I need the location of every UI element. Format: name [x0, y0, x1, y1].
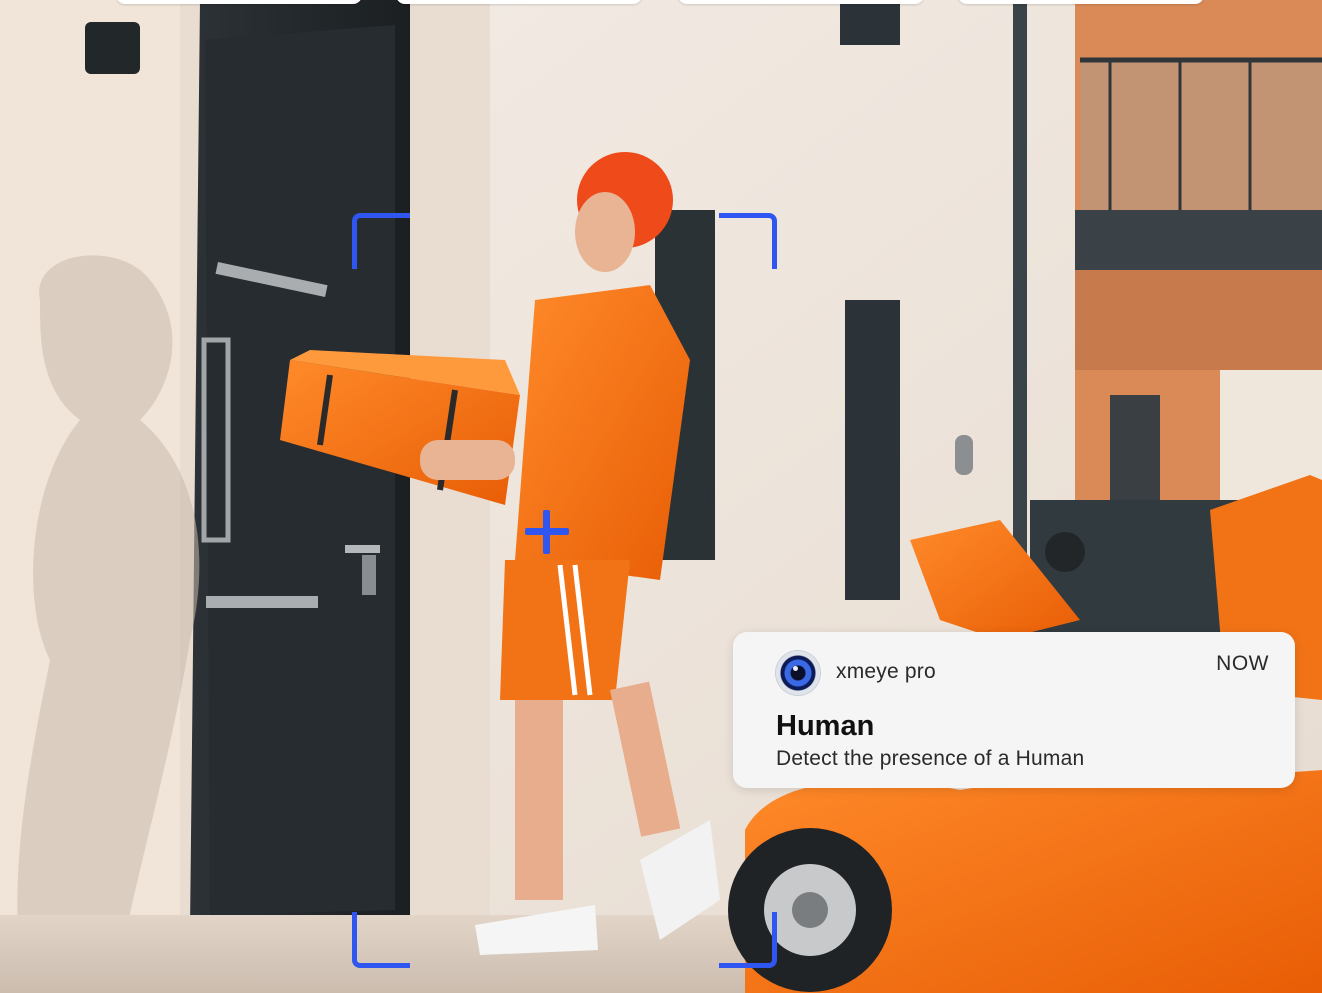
detection-box-corner-top-left — [352, 213, 410, 269]
notification-body: Detect the presence of a Human — [776, 747, 1085, 770]
push-notification[interactable]: xmeye pro NOW Human Detect the presence … — [733, 632, 1295, 788]
detection-box-corner-bottom-right — [719, 912, 777, 968]
notification-app-name: xmeye pro — [836, 660, 936, 683]
detection-box-corner-bottom-left — [352, 912, 410, 968]
top-tab-3[interactable] — [678, 0, 924, 4]
notification-time: NOW — [1216, 652, 1269, 675]
crosshair-plus-icon — [525, 510, 569, 554]
notification-title: Human — [776, 710, 875, 742]
camera-feed-scene — [0, 0, 1322, 993]
detection-box-corner-top-right — [719, 213, 777, 269]
top-tab-2[interactable] — [396, 0, 642, 4]
top-tab-1[interactable] — [116, 0, 362, 4]
scene-illustration — [0, 0, 1322, 993]
camera-lens-icon — [776, 651, 820, 695]
top-tab-4[interactable] — [958, 0, 1204, 4]
